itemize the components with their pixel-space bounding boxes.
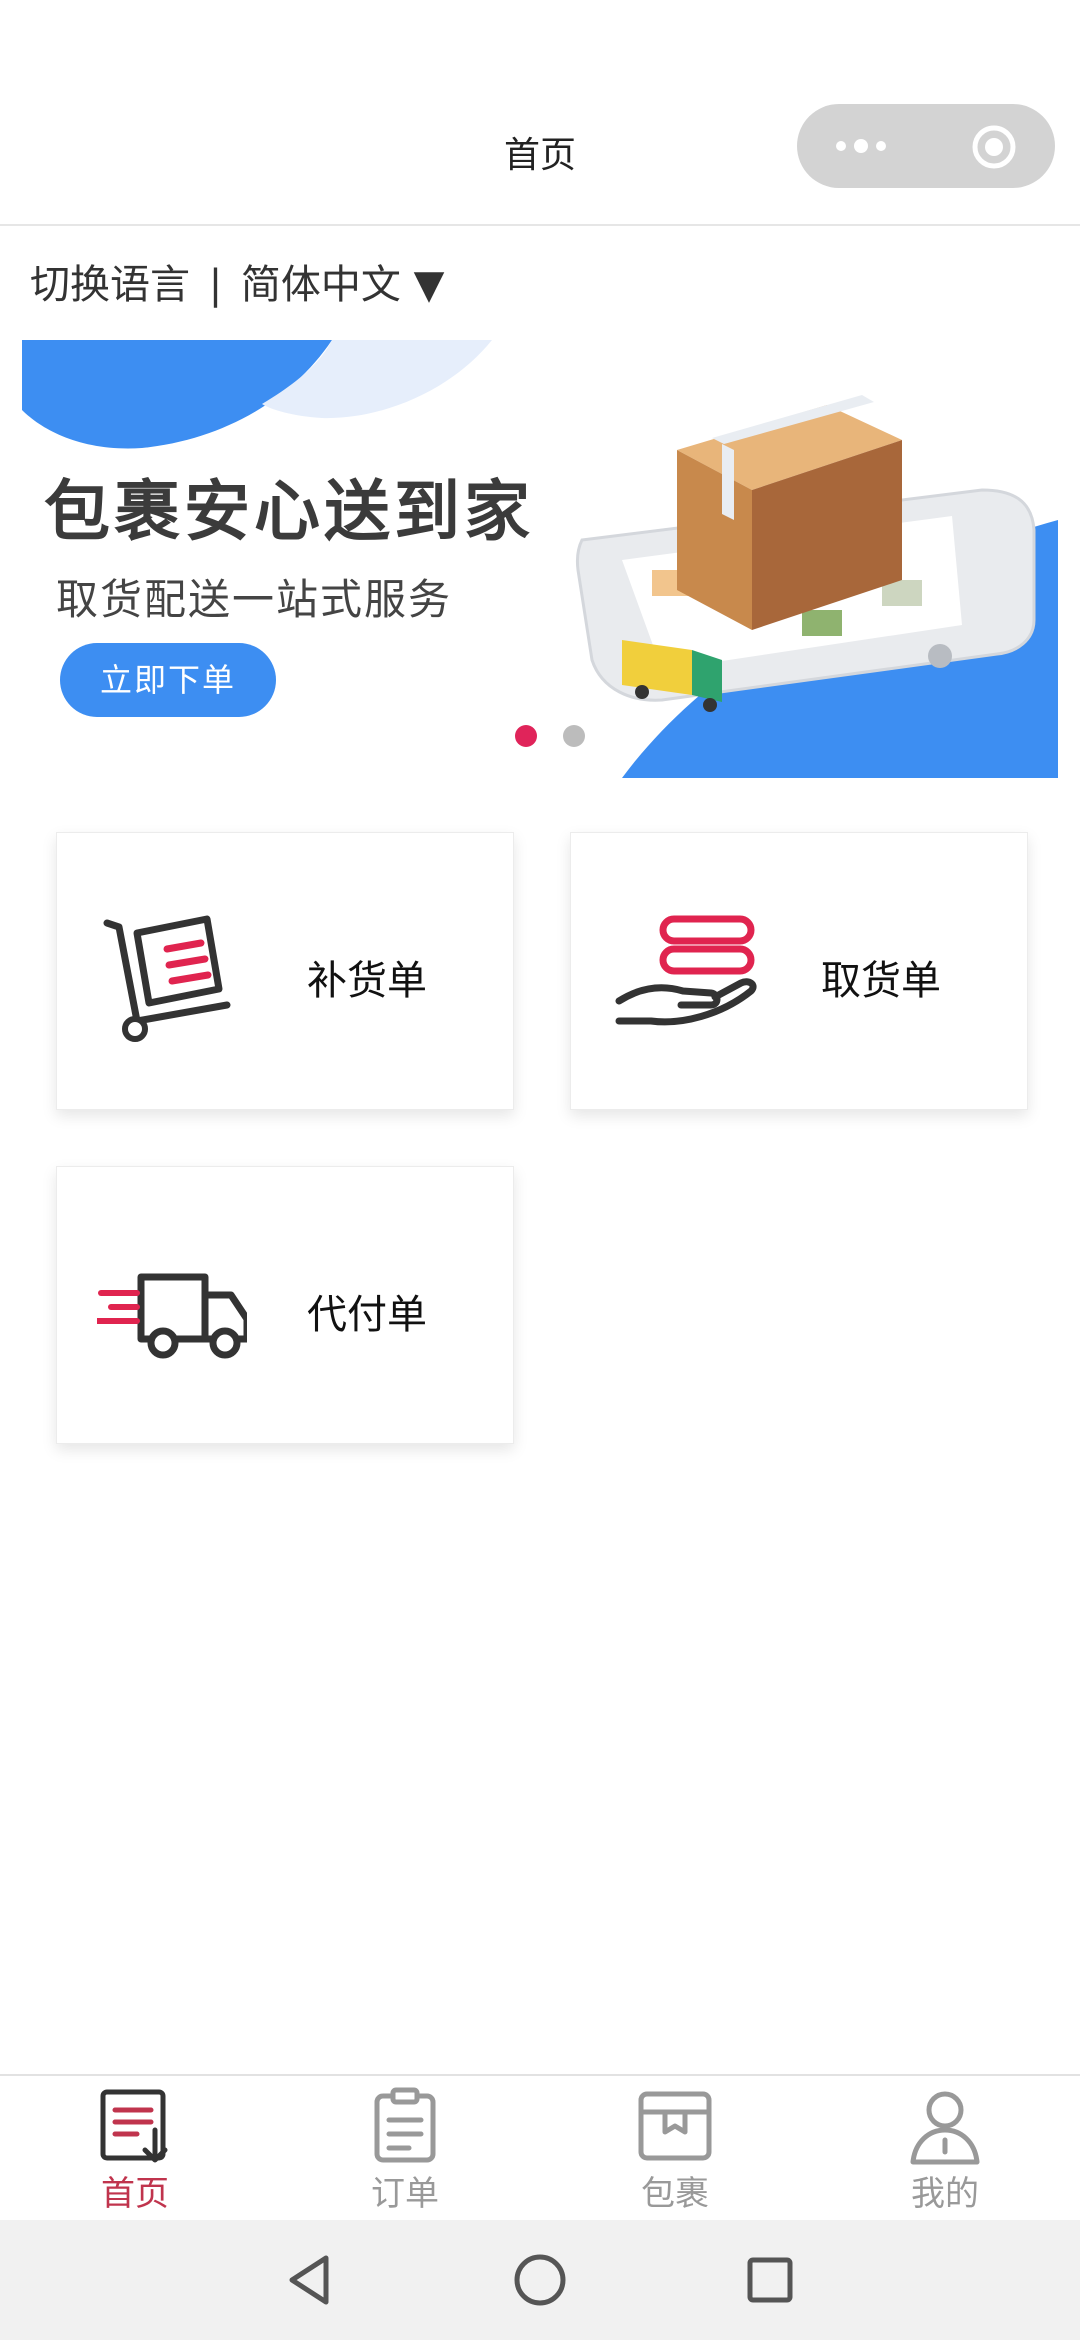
- tab-label: 首页: [101, 2174, 169, 2214]
- user-icon: [910, 2091, 980, 2165]
- current-language: 简体中文: [240, 262, 401, 308]
- pickup-order-card[interactable]: 取货单: [570, 832, 1028, 1110]
- tab-home[interactable]: 首页: [0, 2076, 270, 2222]
- miniprogram-capsule: [797, 104, 1055, 188]
- tab-label: 包裹: [641, 2174, 709, 2214]
- hand-receive-icon: [615, 915, 757, 1026]
- tab-label: 我的: [911, 2174, 979, 2214]
- tab-profile[interactable]: 我的: [810, 2076, 1080, 2222]
- card-label: 补货单: [307, 958, 427, 1004]
- home-circle-icon[interactable]: [510, 2250, 570, 2310]
- language-switch[interactable]: 切换语言 | 简体中文 ▼: [30, 252, 444, 310]
- banner-title: 包裹安心送到家: [44, 473, 534, 550]
- card-label: 取货单: [821, 958, 941, 1004]
- carousel-dot[interactable]: [563, 725, 585, 747]
- restock-order-card[interactable]: 补货单: [56, 832, 514, 1110]
- target-circle-icon[interactable]: [971, 124, 1017, 170]
- recent-square-icon[interactable]: [740, 2250, 800, 2310]
- package-box-icon: [638, 2091, 712, 2161]
- clipboard-icon: [374, 2087, 436, 2163]
- language-separator: |: [208, 262, 223, 308]
- payment-order-card[interactable]: 代付单: [56, 1166, 514, 1444]
- language-switch-label: 切换语言: [30, 262, 190, 308]
- system-navigation-bar: [0, 2220, 1080, 2340]
- hand-truck-icon: [103, 915, 231, 1042]
- banner-subtitle: 取货配送一站式服务: [56, 575, 453, 624]
- card-label: 代付单: [307, 1292, 427, 1338]
- dropdown-arrow-icon: ▼: [413, 262, 445, 308]
- more-dots-icon[interactable]: [831, 128, 891, 164]
- delivery-truck-icon: [97, 1273, 247, 1359]
- order-now-button[interactable]: 立即下单: [60, 643, 276, 717]
- bottom-tab-bar: 首页 订单 包裹 我的: [0, 2074, 1080, 2220]
- home-doc-icon: [100, 2089, 168, 2163]
- back-triangle-icon[interactable]: [280, 2250, 340, 2310]
- tab-packages[interactable]: 包裹: [540, 2076, 810, 2222]
- tab-label: 订单: [371, 2174, 439, 2214]
- carousel-dot-active[interactable]: [515, 725, 537, 747]
- top-navigation-bar: 首页: [0, 0, 1080, 226]
- promo-banner[interactable]: 包裹安心送到家 取货配送一站式服务 立即下单: [22, 340, 1058, 778]
- tab-orders[interactable]: 订单: [270, 2076, 540, 2222]
